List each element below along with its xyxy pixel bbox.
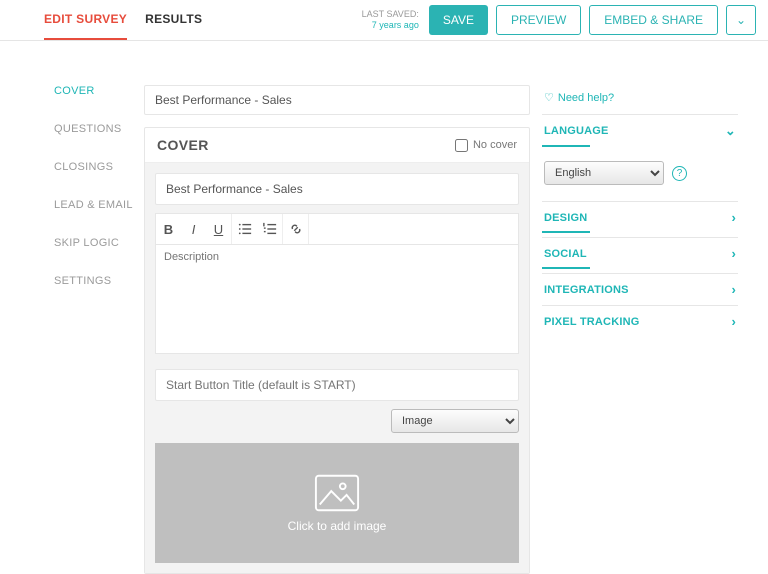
- nav-skip-logic[interactable]: SKIP LOGIC: [54, 237, 144, 249]
- survey-title-display[interactable]: Best Performance - Sales: [144, 85, 530, 115]
- image-placeholder-icon: [314, 473, 360, 513]
- need-help-link[interactable]: ♡ Need help?: [542, 85, 738, 114]
- last-saved-meta: LAST SAVED: 7 years ago: [362, 9, 419, 31]
- link-button[interactable]: [283, 214, 308, 244]
- preview-button[interactable]: PREVIEW: [496, 5, 581, 35]
- nav-questions[interactable]: QUESTIONS: [54, 123, 144, 135]
- cover-card-body: B I U: [145, 163, 529, 573]
- italic-icon: I: [192, 222, 196, 237]
- panel-design-header[interactable]: DESIGN ›: [542, 202, 738, 233]
- panel-social: SOCIAL ›: [542, 237, 738, 269]
- bold-button[interactable]: B: [156, 214, 181, 244]
- nav-settings[interactable]: SETTINGS: [54, 275, 144, 287]
- panel-design: DESIGN ›: [542, 201, 738, 233]
- panel-social-header[interactable]: SOCIAL ›: [542, 238, 738, 269]
- language-help-icon[interactable]: ?: [672, 166, 687, 181]
- panel-pixel-tracking: PIXEL TRACKING ›: [542, 305, 738, 337]
- panel-integrations: INTEGRATIONS ›: [542, 273, 738, 305]
- panel-design-label: DESIGN: [544, 212, 587, 224]
- italic-button[interactable]: I: [181, 214, 206, 244]
- panel-underline: [542, 267, 590, 269]
- chevron-down-icon: ⌄: [725, 123, 736, 139]
- underline-icon: U: [214, 222, 223, 237]
- nav-closings[interactable]: CLOSINGS: [54, 161, 144, 173]
- chevron-right-icon: ›: [731, 246, 736, 261]
- chevron-right-icon: ›: [731, 314, 736, 329]
- media-type-select[interactable]: Image: [391, 409, 519, 433]
- panel-social-label: SOCIAL: [544, 248, 587, 260]
- image-dropzone[interactable]: Click to add image: [155, 443, 519, 563]
- section-nav: COVER QUESTIONS CLOSINGS LEAD & EMAIL SK…: [0, 85, 144, 574]
- panel-pixel-header[interactable]: PIXEL TRACKING ›: [542, 306, 738, 337]
- panel-underline: [542, 231, 590, 233]
- lightbulb-icon: ♡: [544, 91, 554, 104]
- editor-column: Best Performance - Sales COVER No cover …: [144, 85, 530, 574]
- save-button[interactable]: SAVE: [429, 5, 488, 35]
- more-actions-button[interactable]: ⌄: [726, 5, 756, 35]
- language-select[interactable]: English: [544, 161, 664, 185]
- panel-pixel-label: PIXEL TRACKING: [544, 316, 640, 328]
- nav-cover[interactable]: COVER: [54, 85, 144, 97]
- embed-share-button[interactable]: EMBED & SHARE: [589, 5, 718, 35]
- start-button-title-input[interactable]: [155, 369, 519, 401]
- panel-underline: [542, 145, 590, 147]
- panel-language: LANGUAGE ⌄ English ?: [542, 114, 738, 201]
- ordered-list-button[interactable]: [257, 214, 282, 244]
- chevron-down-icon: ⌄: [736, 13, 746, 27]
- tab-edit-survey[interactable]: EDIT SURVEY: [44, 0, 127, 40]
- no-cover-checkbox[interactable]: [455, 139, 468, 152]
- link-icon: [289, 222, 303, 236]
- image-dropzone-label: Click to add image: [288, 519, 387, 533]
- top-tabs: EDIT SURVEY RESULTS: [0, 0, 202, 40]
- underline-button[interactable]: U: [206, 214, 231, 244]
- last-saved-label: LAST SAVED:: [362, 9, 419, 20]
- cover-card-header: COVER No cover: [145, 128, 529, 163]
- bold-icon: B: [164, 222, 173, 237]
- unordered-list-button[interactable]: [232, 214, 257, 244]
- top-bar: EDIT SURVEY RESULTS LAST SAVED: 7 years …: [0, 0, 768, 41]
- rich-text-toolbar: B I U: [155, 213, 519, 244]
- panel-integrations-header[interactable]: INTEGRATIONS ›: [542, 274, 738, 305]
- need-help-label: Need help?: [558, 92, 614, 104]
- no-cover-toggle[interactable]: No cover: [455, 139, 517, 152]
- cover-heading: COVER: [157, 137, 209, 153]
- panel-language-header[interactable]: LANGUAGE ⌄: [542, 115, 738, 147]
- last-saved-ago: 7 years ago: [362, 20, 419, 31]
- tab-results[interactable]: RESULTS: [145, 0, 202, 40]
- cover-card: COVER No cover B I U: [144, 127, 530, 574]
- bullet-list-icon: [238, 222, 252, 236]
- panel-integrations-label: INTEGRATIONS: [544, 284, 629, 296]
- page-body: COVER QUESTIONS CLOSINGS LEAD & EMAIL SK…: [0, 41, 768, 574]
- chevron-right-icon: ›: [731, 210, 736, 225]
- chevron-right-icon: ›: [731, 282, 736, 297]
- panel-language-body: English ?: [542, 151, 738, 201]
- panel-language-label: LANGUAGE: [544, 125, 609, 137]
- settings-sidebar: ♡ Need help? LANGUAGE ⌄ English ? DESIGN…: [542, 85, 738, 574]
- description-textarea[interactable]: [155, 244, 519, 354]
- cover-title-input[interactable]: [155, 173, 519, 205]
- no-cover-label: No cover: [473, 139, 517, 151]
- nav-lead-email[interactable]: LEAD & EMAIL: [54, 199, 144, 211]
- numbered-list-icon: [263, 222, 277, 236]
